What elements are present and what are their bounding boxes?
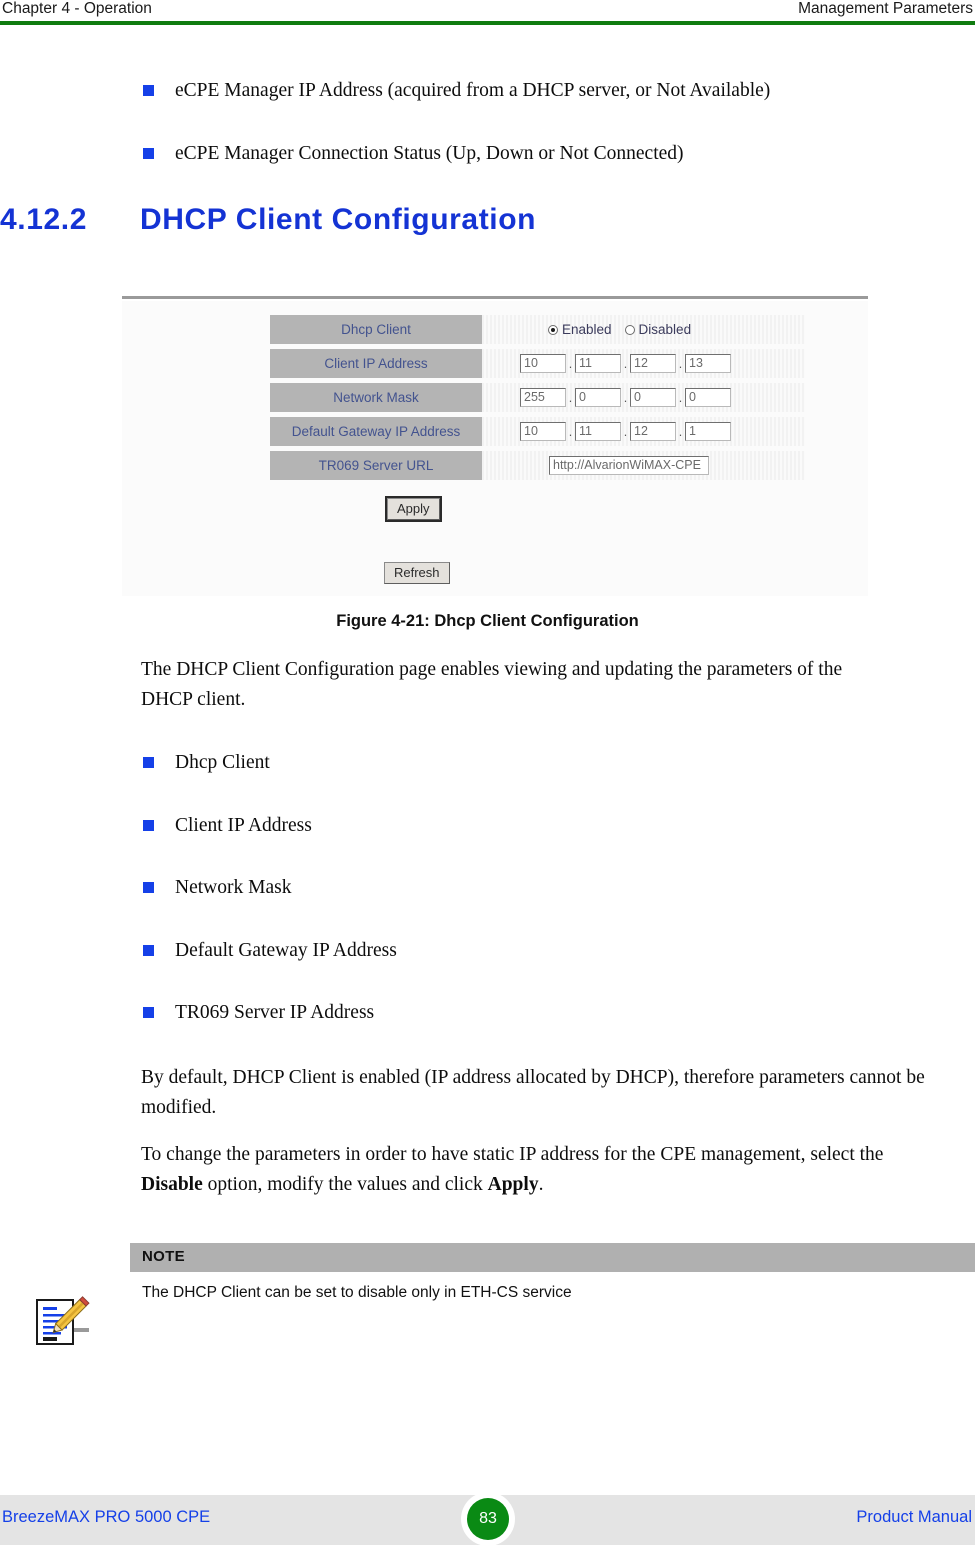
- square-bullet-icon: [143, 148, 154, 159]
- radio-enabled-icon[interactable]: [548, 324, 558, 335]
- dhcp-client-radio-group[interactable]: Enabled Disabled: [548, 322, 691, 337]
- note-title-band: NOTE: [130, 1243, 975, 1272]
- client-ip-octet-group[interactable]: 10 . 11 . 12 . 13: [520, 354, 731, 373]
- list-item-label: Client IP Address: [175, 815, 312, 836]
- apply-button[interactable]: Apply: [385, 496, 442, 522]
- change-paragraph-disable-emphasis: Disable: [141, 1174, 203, 1195]
- header-divider-rule: [0, 21, 975, 25]
- radio-disabled-icon[interactable]: [624, 324, 635, 335]
- square-bullet-icon: [143, 85, 154, 96]
- octet-separator: .: [623, 356, 628, 371]
- section-title: DHCP Client Configuration: [140, 203, 537, 236]
- list-item-label: eCPE Manager IP Address (acquired from a…: [175, 80, 771, 101]
- list-item: TR069 Server IP Address: [143, 1000, 374, 1025]
- change-paragraph-part1: To change the parameters in order to hav…: [141, 1144, 884, 1165]
- header-chapter-label: Chapter 4 - Operation: [2, 0, 152, 17]
- octet-separator: .: [678, 424, 683, 439]
- form-label-network-mask: Network Mask: [270, 383, 482, 412]
- form-row-default-gateway: Default Gateway IP Address 10 . 11 . 12 …: [270, 417, 805, 446]
- list-item: eCPE Manager Connection Status (Up, Down…: [143, 141, 684, 166]
- form-label-dhcp-client: Dhcp Client: [270, 315, 482, 344]
- square-bullet-icon: [143, 882, 154, 893]
- default-gateway-octet-3[interactable]: 12: [630, 422, 676, 441]
- radio-option-enabled[interactable]: Enabled: [548, 322, 612, 337]
- form-row-dhcp-client: Dhcp Client Enabled Disabled: [270, 315, 805, 344]
- client-ip-octet-1[interactable]: 10: [520, 354, 566, 373]
- default-gateway-octet-2[interactable]: 11: [575, 422, 621, 441]
- client-ip-octet-3[interactable]: 12: [630, 354, 676, 373]
- default-gateway-octet-group[interactable]: 10 . 11 . 12 . 1: [520, 422, 731, 441]
- form-row-client-ip-address: Client IP Address 10 . 11 . 12 . 13: [270, 349, 805, 378]
- section-number: 4.12.2: [0, 203, 88, 236]
- list-item-label: Dhcp Client: [175, 752, 270, 773]
- list-item-label: Network Mask: [175, 877, 292, 898]
- octet-separator: .: [568, 390, 573, 405]
- figure-dhcp-client-configuration: Dhcp Client Enabled Disabled Client IP A…: [122, 296, 868, 596]
- header-section-label: Management Parameters: [798, 0, 973, 17]
- note-body-text: The DHCP Client can be set to disable on…: [142, 1284, 572, 1301]
- form-value-client-ip-address: 10 . 11 . 12 . 13: [482, 349, 805, 378]
- refresh-button[interactable]: Refresh: [384, 562, 450, 584]
- change-parameters-paragraph: To change the parameters in order to hav…: [141, 1140, 941, 1200]
- figure-image: Dhcp Client Enabled Disabled Client IP A…: [122, 301, 868, 596]
- octet-separator: .: [623, 424, 628, 439]
- list-item: eCPE Manager IP Address (acquired from a…: [143, 78, 770, 103]
- list-item-label: Default Gateway IP Address: [175, 940, 397, 961]
- change-paragraph-apply-emphasis: Apply: [487, 1174, 539, 1195]
- intro-paragraph: The DHCP Client Configuration page enabl…: [141, 659, 843, 710]
- radio-option-disabled[interactable]: Disabled: [624, 322, 692, 337]
- client-ip-octet-2[interactable]: 11: [575, 354, 621, 373]
- figure-top-rule: [122, 296, 868, 299]
- network-mask-octet-1[interactable]: 255: [520, 388, 566, 407]
- list-item: Network Mask: [143, 875, 291, 900]
- form-value-default-gateway: 10 . 11 . 12 . 1: [482, 417, 805, 446]
- network-mask-octet-3[interactable]: 0: [630, 388, 676, 407]
- form-value-tr069-server-url: http://AlvarionWiMAX-CPE: [482, 451, 805, 480]
- square-bullet-icon: [143, 1007, 154, 1018]
- square-bullet-icon: [143, 820, 154, 831]
- change-paragraph-part2: option, modify the values and click: [202, 1174, 488, 1195]
- dhcp-client-form: Dhcp Client Enabled Disabled Client IP A…: [270, 315, 805, 485]
- list-item: Default Gateway IP Address: [143, 938, 397, 963]
- footer-product-label: BreezeMAX PRO 5000 CPE: [2, 1508, 211, 1526]
- form-row-tr069-server-url: TR069 Server URL http://AlvarionWiMAX-CP…: [270, 451, 805, 480]
- square-bullet-icon: [143, 945, 154, 956]
- octet-separator: .: [678, 390, 683, 405]
- network-mask-octet-2[interactable]: 0: [575, 388, 621, 407]
- page-title: 4.12.2 DHCP Client Configuration: [0, 203, 900, 245]
- octet-separator: .: [568, 356, 573, 371]
- figure-caption: Figure 4-21: Dhcp Client Configuration: [336, 612, 639, 630]
- form-value-network-mask: 255 . 0 . 0 . 0: [482, 383, 805, 412]
- note-pencil-notepad-icon: [33, 1288, 95, 1350]
- default-gateway-octet-4[interactable]: 1: [685, 422, 731, 441]
- radio-disabled-label: Disabled: [638, 322, 692, 337]
- form-label-client-ip-address: Client IP Address: [270, 349, 482, 378]
- tr069-server-url-input[interactable]: http://AlvarionWiMAX-CPE: [549, 456, 709, 475]
- default-behaviour-paragraph: By default, DHCP Client is enabled (IP a…: [141, 1067, 925, 1118]
- form-row-network-mask: Network Mask 255 . 0 . 0 . 0: [270, 383, 805, 412]
- list-item-label: eCPE Manager Connection Status (Up, Down…: [175, 143, 684, 164]
- default-gateway-octet-1[interactable]: 10: [520, 422, 566, 441]
- octet-separator: .: [623, 390, 628, 405]
- square-bullet-icon: [143, 757, 154, 768]
- form-value-dhcp-client: Enabled Disabled: [482, 315, 805, 344]
- footer-manual-label: Product Manual: [856, 1508, 972, 1526]
- client-ip-octet-4[interactable]: 13: [685, 354, 731, 373]
- network-mask-octet-4[interactable]: 0: [685, 388, 731, 407]
- running-header: Chapter 4 - Operation Management Paramet…: [0, 0, 975, 22]
- list-item-label: TR069 Server IP Address: [175, 1002, 375, 1023]
- octet-separator: .: [678, 356, 683, 371]
- octet-separator: .: [568, 424, 573, 439]
- note-title: NOTE: [142, 1248, 185, 1265]
- form-label-default-gateway: Default Gateway IP Address: [270, 417, 482, 446]
- list-item: Dhcp Client: [143, 750, 270, 775]
- list-item: Client IP Address: [143, 813, 312, 838]
- change-paragraph-part3: .: [538, 1174, 544, 1195]
- form-label-tr069-server-url: TR069 Server URL: [270, 451, 482, 480]
- radio-enabled-label: Enabled: [562, 322, 612, 337]
- network-mask-octet-group[interactable]: 255 . 0 . 0 . 0: [520, 388, 731, 407]
- page-number-badge: 83: [467, 1498, 509, 1540]
